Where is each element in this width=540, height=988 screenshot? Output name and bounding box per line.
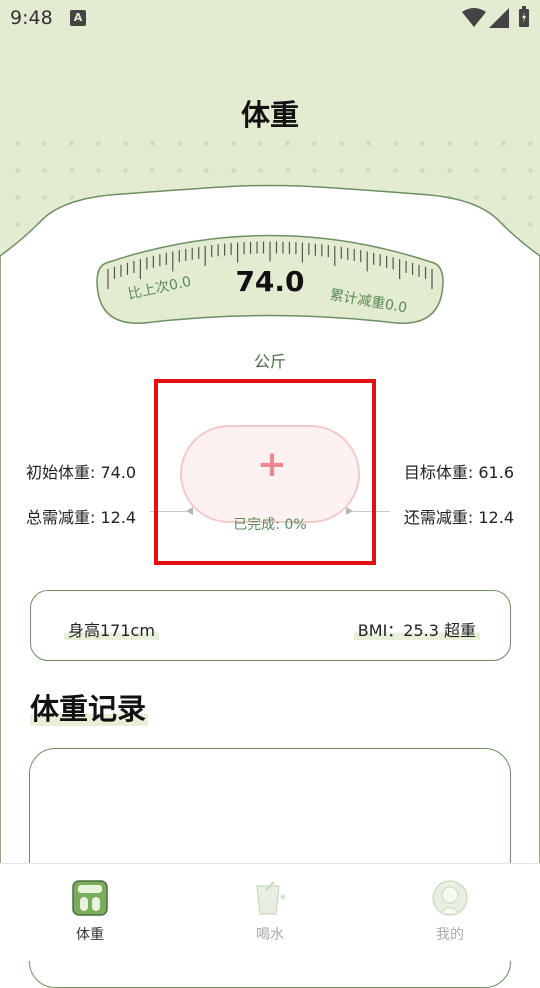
page-title: 体重 — [240, 98, 299, 132]
water-cup-icon — [256, 881, 286, 915]
scale-icon — [72, 880, 108, 916]
bmi-value: BMI：25.3 超重 — [353, 621, 480, 640]
height-value-wrapper: 身高171cm — [64, 617, 159, 641]
gauge-value: 74.0 — [235, 265, 305, 298]
nav-item-weight[interactable]: 体重 — [0, 864, 180, 961]
nav-label-profile: 我的 — [436, 927, 464, 943]
total-to-lose: 总需减重: 12.4 — [26, 508, 137, 527]
signal-icon — [489, 8, 509, 28]
status-bar: 9:48 A — [0, 0, 540, 36]
bottom-nav: 体重 喝水 我的 — [0, 863, 540, 961]
nav-item-water[interactable]: 喝水 — [180, 864, 360, 961]
wifi-icon — [462, 8, 486, 27]
nav-item-profile[interactable]: 我的 — [360, 864, 540, 961]
nav-label-weight: 体重 — [76, 927, 104, 943]
height-value: 身高171cm — [64, 621, 159, 640]
unit-label: 公斤 — [253, 352, 286, 371]
initial-weight: 初始体重: 74.0 — [26, 463, 137, 482]
notification-icon: A — [70, 10, 86, 26]
remaining-to-lose: 还需减重: 12.4 — [403, 508, 514, 527]
highlight-box — [154, 379, 376, 565]
bmi-value-wrapper: BMI：25.3 超重 — [353, 617, 480, 641]
nav-label-water: 喝水 — [256, 927, 284, 943]
battery-icon — [519, 6, 529, 27]
profile-icon — [432, 880, 468, 916]
status-time: 9:48 — [10, 7, 53, 29]
target-weight: 目标体重: 61.6 — [403, 463, 514, 482]
record-section-title: 体重记录 — [30, 692, 147, 726]
